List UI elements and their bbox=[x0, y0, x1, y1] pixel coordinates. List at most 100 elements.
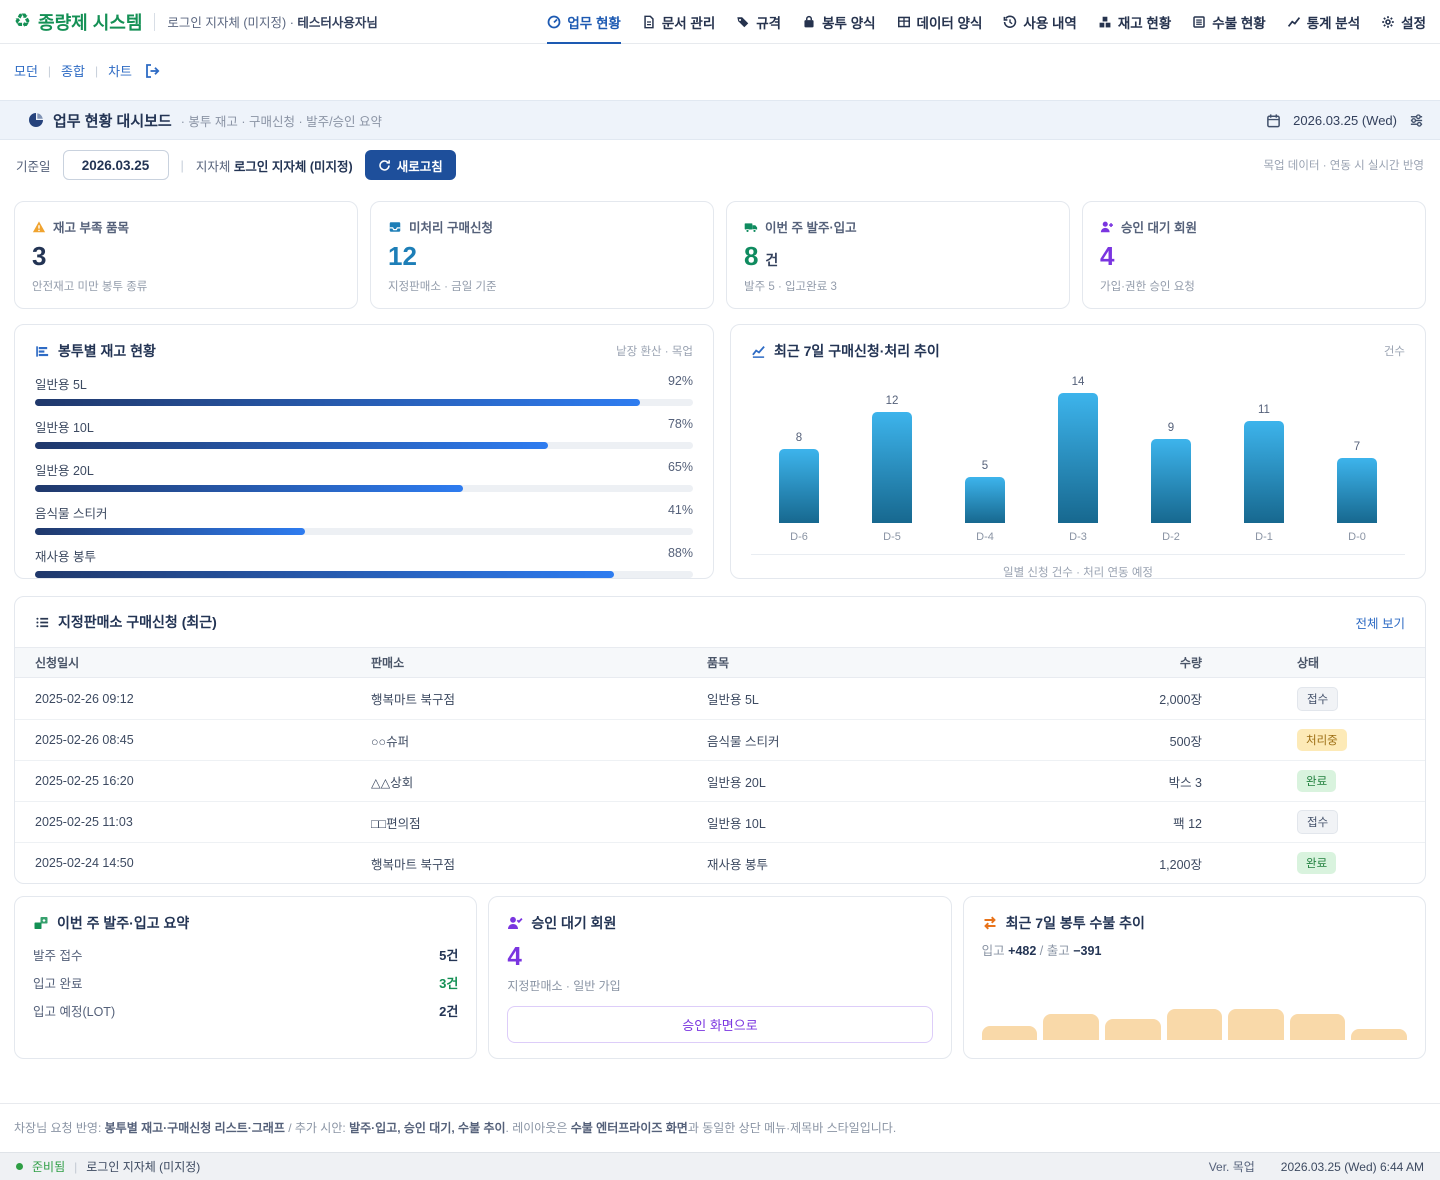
quick-links: 모던|종합|차트 bbox=[0, 44, 1440, 100]
logout-icon[interactable] bbox=[144, 63, 160, 79]
request-footnote: 차장님 요청 반영: 봉투별 재고·구매신청 리스트·그래프 / 추가 시안: … bbox=[0, 1103, 1440, 1152]
cell-datetime: 2025-02-24 14:50 bbox=[35, 856, 371, 870]
nav-item-stats-analysis[interactable]: 통계 분석 bbox=[1287, 0, 1360, 44]
sliders-icon[interactable] bbox=[1409, 113, 1424, 128]
summary-label: 입고 완료 bbox=[33, 973, 82, 992]
status-badge: 완료 bbox=[1297, 852, 1336, 874]
nav-item-usage-history[interactable]: 사용 내역 bbox=[1003, 0, 1076, 44]
trend-bars: 8D-612D-55D-414D-39D-211D-17D-0 bbox=[751, 369, 1405, 544]
user-name: 테스터사용자님 bbox=[297, 16, 378, 30]
boxes-icon bbox=[1098, 15, 1112, 29]
pie-chart-icon bbox=[28, 112, 44, 128]
quicklink-1[interactable]: 모던 bbox=[14, 61, 38, 80]
trend-bar-column: 9D-2 bbox=[1147, 422, 1195, 544]
kpi-label: 재고 부족 품목 bbox=[53, 217, 129, 236]
quicklink-2[interactable]: 종합 bbox=[61, 61, 85, 80]
nav-item-settings[interactable]: 설정 bbox=[1381, 0, 1426, 44]
column-header-1: 신청일시 bbox=[35, 654, 371, 671]
nav-label: 재고 현황 bbox=[1118, 12, 1171, 32]
kpi-caption: 가입·권한 승인 요청 bbox=[1100, 278, 1408, 294]
base-date-input[interactable] bbox=[63, 150, 169, 180]
kpi-label: 이번 주 발주·입고 bbox=[765, 217, 857, 236]
mini-bar bbox=[1228, 1009, 1284, 1040]
quicklink-3[interactable]: 차트 bbox=[108, 61, 132, 80]
cell-store: 행복마트 북구점 bbox=[371, 689, 707, 708]
table-row[interactable]: 2025-02-25 11:03□□편의점일반용 10L팩 12접수 bbox=[15, 801, 1425, 842]
nav-item-bag-forms[interactable]: 봉투 양식 bbox=[802, 0, 875, 44]
gear-icon bbox=[1381, 15, 1395, 29]
table-row[interactable]: 2025-02-24 14:50행복마트 북구점재사용 봉투1,200장완료 bbox=[15, 842, 1425, 883]
status-datetime: 2026.03.25 (Wed) 6:44 AM bbox=[1281, 1160, 1424, 1174]
stock-bar-row: 재사용 봉투88% bbox=[35, 546, 693, 578]
document-icon bbox=[642, 15, 656, 29]
table-row[interactable]: 2025-02-26 09:12행복마트 북구점일반용 5L2,000장접수 bbox=[15, 678, 1425, 719]
column-header-4: 수량 bbox=[1017, 654, 1202, 671]
dashboard-page: ♻ 종량제 시스템 로그인 지자체 (미지정) · 테스터사용자님 업무 현황 문… bbox=[0, 0, 1440, 1180]
stock-track bbox=[35, 399, 693, 406]
nav-item-doc-manage[interactable]: 문서 관리 bbox=[642, 0, 715, 44]
boxes-green-icon bbox=[33, 915, 49, 931]
stock-bars: 일반용 5L92%일반용 10L78%일반용 20L65%음식물 스티커41%재… bbox=[35, 374, 693, 578]
trend-bar-column: 14D-3 bbox=[1054, 376, 1102, 544]
stock-fill bbox=[35, 399, 640, 406]
trend-chart-unit: 건수 bbox=[1384, 343, 1405, 359]
nav-item-specs[interactable]: 규격 bbox=[736, 0, 781, 44]
summary-row: 입고 완료3건 bbox=[33, 973, 458, 992]
trend-value-label: 12 bbox=[886, 395, 899, 407]
line-chart-icon bbox=[751, 344, 766, 359]
trend-value-label: 7 bbox=[1354, 441, 1360, 453]
stock-chart-title: 봉투별 재고 현황 bbox=[58, 341, 156, 361]
nav-item-data-forms[interactable]: 데이터 양식 bbox=[897, 0, 983, 44]
stock-chart-card: 봉투별 재고 현황 낱장 환산 · 목업 일반용 5L92%일반용 10L78%… bbox=[14, 324, 714, 579]
kpi-card-pending-requests[interactable]: 미처리 구매신청12지정판매소 · 금일 기준 bbox=[370, 201, 714, 309]
stock-fill bbox=[35, 528, 305, 535]
nav-item-transfer-status[interactable]: 수불 현황 bbox=[1192, 0, 1265, 44]
kpi-card-week-orders[interactable]: 이번 주 발주·입고8 건발주 5 · 입고완료 3 bbox=[726, 201, 1070, 309]
cell-status: 완료 bbox=[1202, 852, 1405, 874]
nav-label: 규격 bbox=[756, 12, 781, 32]
cell-status: 완료 bbox=[1202, 770, 1405, 792]
table-row[interactable]: 2025-02-26 08:45○○슈퍼음식물 스티커500장처리중 bbox=[15, 719, 1425, 760]
cell-status: 접수 bbox=[1202, 687, 1405, 711]
approval-card: 승인 대기 회원 4 지정판매소 · 일반 가입 승인 화면으로 bbox=[488, 896, 951, 1059]
brand-area: ♻ 종량제 시스템 로그인 지자체 (미지정) · 테스터사용자님 bbox=[14, 9, 378, 35]
trend-bar bbox=[1337, 458, 1377, 523]
kpi-card-pending-members[interactable]: 승인 대기 회원4가입·권한 승인 요청 bbox=[1082, 201, 1426, 309]
app-logo[interactable]: ♻ 종량제 시스템 bbox=[14, 9, 142, 35]
column-header-2: 판매소 bbox=[371, 654, 707, 671]
nav-item-work-status[interactable]: 업무 현황 bbox=[547, 0, 620, 44]
swap-arrows-icon bbox=[982, 915, 998, 931]
status-badge: 처리중 bbox=[1297, 729, 1347, 751]
kpi-card-low-stock[interactable]: 재고 부족 품목3안전재고 미만 봉투 종류 bbox=[14, 201, 358, 309]
trend-bar bbox=[1058, 393, 1098, 523]
divider: | bbox=[74, 1160, 77, 1174]
page-subtitle: · 봉투 재고 · 구매신청 · 발주/승인 요약 bbox=[181, 111, 382, 130]
cell-status: 접수 bbox=[1202, 810, 1405, 834]
kpi-value: 3 bbox=[32, 242, 340, 271]
nav-label: 사용 내역 bbox=[1023, 12, 1076, 32]
stock-track bbox=[35, 571, 693, 578]
status-bar: 준비됨 | 로그인 지자체 (미지정) Ver. 목업 2026.03.25 (… bbox=[0, 1152, 1440, 1180]
table-row[interactable]: 2025-02-25 16:20△△상회일반용 20L박스 3완료 bbox=[15, 760, 1425, 801]
approval-caption: 지정판매소 · 일반 가입 bbox=[507, 977, 932, 994]
trend-x-label: D-0 bbox=[1348, 531, 1366, 544]
footnote-segment: 봉투별 재고·구매신청 리스트·그래프 bbox=[105, 1121, 285, 1135]
top-navigation-bar: ♻ 종량제 시스템 로그인 지자체 (미지정) · 테스터사용자님 업무 현황 문… bbox=[0, 0, 1440, 44]
kpi-value: 8 건 bbox=[744, 242, 1052, 271]
cell-item: 일반용 20L bbox=[707, 772, 1017, 791]
inbox-icon bbox=[388, 220, 402, 234]
stock-fill bbox=[35, 485, 463, 492]
bottom-cards-row: 이번 주 발주·입고 요약 발주 접수5건입고 완료3건입고 예정(LOT)2건… bbox=[0, 884, 1440, 1059]
horizontal-bars-icon bbox=[35, 344, 50, 359]
approval-title: 승인 대기 회원 bbox=[531, 913, 616, 933]
refresh-button[interactable]: 새로고침 bbox=[365, 150, 456, 180]
mini-bar bbox=[982, 1026, 1038, 1040]
go-to-approval-button[interactable]: 승인 화면으로 bbox=[507, 1006, 932, 1043]
nav-item-stock-status[interactable]: 재고 현황 bbox=[1098, 0, 1171, 44]
header-date[interactable]: 2026.03.25 (Wed) bbox=[1293, 113, 1397, 128]
status-badge: 접수 bbox=[1297, 687, 1338, 711]
kpi-row: 재고 부족 품목3안전재고 미만 봉투 종류미처리 구매신청12지정판매소 · … bbox=[0, 190, 1440, 309]
view-all-link[interactable]: 전체 보기 bbox=[1356, 613, 1405, 632]
trend-bar bbox=[1151, 439, 1191, 523]
nav-label: 봉투 양식 bbox=[822, 12, 875, 32]
